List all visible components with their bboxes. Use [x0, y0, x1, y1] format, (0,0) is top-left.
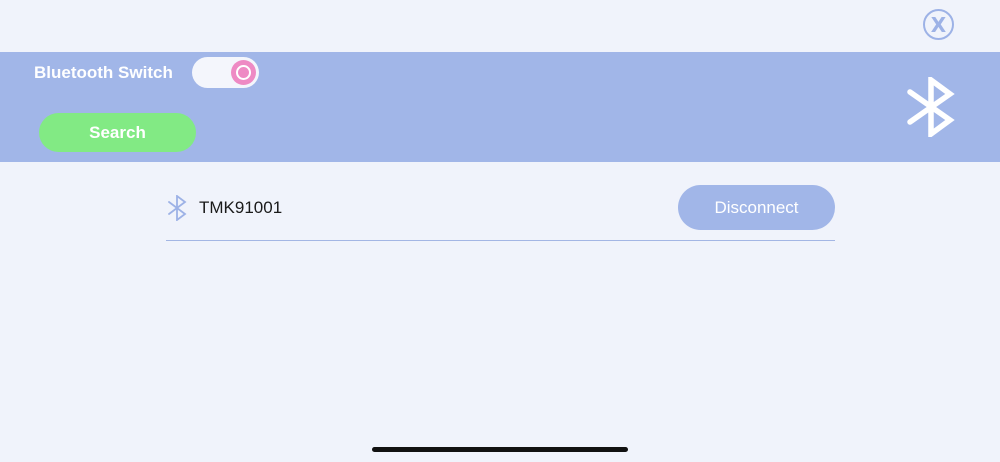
- toggle-knob-ring: [236, 65, 251, 80]
- disconnect-button[interactable]: Disconnect: [678, 185, 835, 230]
- bluetooth-switch-label: Bluetooth Switch: [34, 63, 173, 82]
- device-name: TMK91001: [199, 198, 283, 217]
- toggle-knob: [231, 60, 256, 85]
- search-button[interactable]: Search: [39, 113, 196, 152]
- bluetooth-icon: [168, 195, 187, 221]
- home-indicator[interactable]: [372, 447, 628, 452]
- close-button[interactable]: X: [923, 9, 954, 40]
- bluetooth-icon: [907, 77, 955, 137]
- device-list-item[interactable]: TMK91001 Disconnect: [166, 182, 835, 241]
- close-icon: X: [930, 12, 947, 37]
- bluetooth-toggle[interactable]: [192, 57, 259, 88]
